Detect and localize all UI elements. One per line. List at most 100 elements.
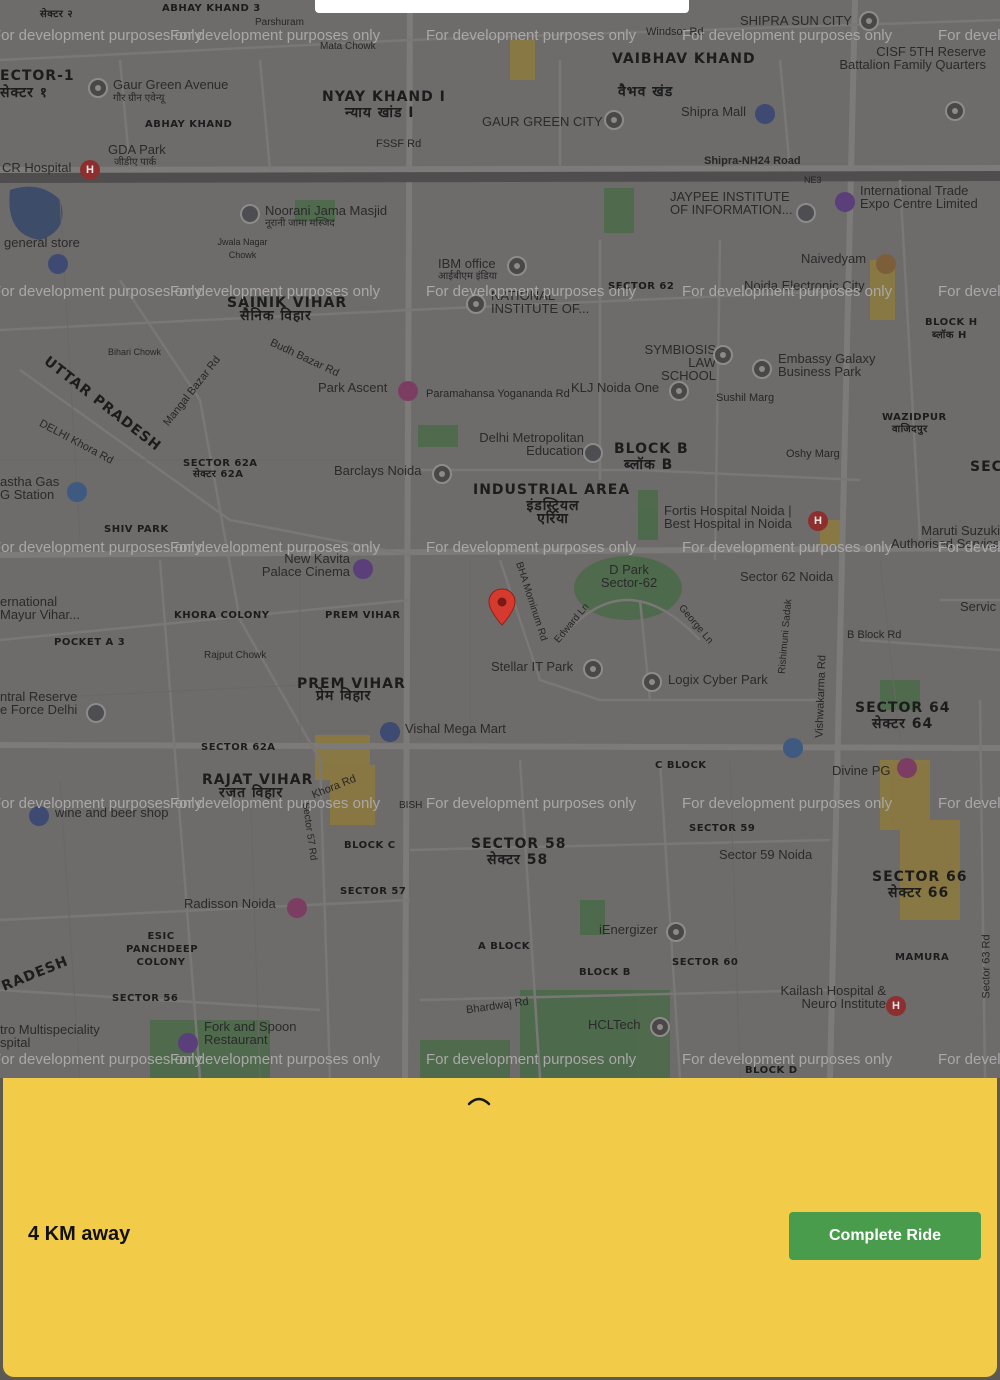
map-label: BLOCK B	[614, 441, 689, 457]
watermark: For development purposes only	[170, 1051, 381, 1068]
mosque-icon[interactable]	[240, 204, 260, 224]
place-marker-icon[interactable]	[642, 672, 662, 692]
map-label: BISH	[399, 800, 423, 811]
map-label: astha Gas G Station	[0, 474, 60, 502]
map-label: SHIV PARK	[104, 524, 169, 535]
hospital-icon[interactable]: H	[808, 511, 828, 531]
map-label: प्रेम विहार	[316, 688, 372, 704]
map-label: सेक्टर 58	[487, 852, 549, 868]
distance-label: 4 KM away	[28, 1223, 131, 1245]
map-label: Sushil Marg	[716, 392, 775, 404]
map-label: Oshy Marg	[786, 448, 840, 460]
place-marker-icon[interactable]	[604, 110, 624, 130]
place-marker-icon[interactable]	[583, 659, 603, 679]
restaurant-icon[interactable]	[178, 1033, 198, 1053]
place-marker-icon[interactable]	[666, 922, 686, 942]
place-marker-icon[interactable]	[669, 381, 689, 401]
place-marker-icon[interactable]	[432, 464, 452, 484]
map-label: Embassy Galaxy Business Park	[778, 351, 876, 379]
map-label: Naivedyam	[801, 251, 867, 266]
map-label: SECTOR 60	[672, 957, 739, 968]
watermark: For development purposes only	[938, 795, 1000, 812]
map-label: Barclays Noida	[334, 463, 422, 478]
hotel-icon[interactable]	[398, 381, 418, 401]
school-icon[interactable]	[583, 443, 603, 463]
map-label: वैभव खंड	[618, 84, 674, 100]
place-marker-icon[interactable]	[507, 256, 527, 276]
hospital-icon[interactable]: H	[886, 996, 906, 1016]
shield-icon[interactable]	[86, 703, 106, 723]
map-label: Gaur Green Avenue	[113, 77, 229, 92]
map-label: Delhi Metropolitan Education	[479, 430, 584, 458]
map-label: SECTOR 66	[872, 869, 968, 885]
map-label: SECTOR 64	[855, 700, 951, 716]
watermark: For development purposes only	[938, 1051, 1000, 1068]
complete-ride-button[interactable]: Complete Ride	[789, 1212, 981, 1260]
map-label: D Park Sector-62	[600, 562, 658, 590]
map-label: ब्लॉक H	[932, 330, 967, 341]
place-marker-icon[interactable]	[945, 101, 965, 121]
map-label: GAUR GREEN CITY	[482, 114, 603, 129]
map-label: Logix Cyber Park	[668, 672, 768, 687]
place-marker-icon[interactable]	[752, 359, 772, 379]
map-label: tro Multispeciality spital	[0, 1022, 100, 1050]
map-label: Noorani Jama Masjid	[265, 203, 388, 218]
watermark: For development purposes only	[170, 27, 381, 44]
hotel-icon[interactable]	[897, 758, 917, 778]
shopping-cart-icon[interactable]	[380, 722, 400, 742]
map-label: ECTOR-1	[0, 68, 75, 84]
watermark: For development purposes only	[426, 27, 637, 44]
gas-station-icon[interactable]	[783, 738, 803, 758]
chevron-up-icon[interactable]	[466, 1092, 492, 1110]
watermark: For development purposes only	[938, 283, 1000, 300]
map-label: JAYPEE INSTITUTE OF INFORMATION...	[670, 189, 793, 217]
map-label: Sector 62 Noida	[740, 569, 834, 584]
map-label: Fork and Spoon Restaurant	[204, 1019, 297, 1047]
map-label: सेक्टर 62A	[193, 469, 244, 480]
map-label: ब्लॉक B	[624, 457, 674, 473]
map-label: PREM VIHAR	[325, 610, 401, 621]
map-label: MAMURA	[895, 952, 950, 963]
map-label: जीडीए पार्क	[114, 157, 157, 168]
shopping-icon[interactable]	[48, 254, 68, 274]
map-label: ABHAY KHAND 3	[162, 3, 261, 14]
watermark: For development purposes only	[682, 27, 893, 44]
map-search-bar[interactable]	[315, 0, 689, 13]
map-label: Shipra-NH24 Road	[704, 155, 801, 167]
hospital-icon[interactable]: H	[80, 160, 100, 180]
place-marker-icon[interactable]	[650, 1017, 670, 1037]
map-label: सेक्टर 66	[888, 885, 950, 901]
map-label: iEnergizer	[599, 922, 658, 937]
hotel-icon[interactable]	[287, 898, 307, 918]
gas-station-icon[interactable]	[67, 482, 87, 502]
map-label: C BLOCK	[655, 760, 707, 771]
map-label: INDUSTRIAL AREA	[473, 482, 631, 498]
map-label: CR Hospital	[2, 160, 72, 175]
map-label: Rajput Chowk	[204, 650, 267, 661]
map-label: Vishal Mega Mart	[405, 721, 506, 736]
place-marker-icon[interactable]	[713, 345, 733, 365]
watermark: For development purposes only	[170, 539, 381, 556]
map-label: Servic	[960, 599, 997, 614]
map-view[interactable]: सेक्टर २ ABHAY KHAND 3 Parshuram Mata Ch…	[0, 0, 1000, 1078]
watermark: For development purposes only	[170, 283, 381, 300]
map-label: BLOCK C	[344, 840, 396, 851]
restaurant-icon[interactable]	[876, 254, 896, 274]
map-label: GDA Park	[108, 142, 166, 157]
map-label: ernational Mayur Vihar...	[0, 594, 80, 622]
map-label: BLOCK H	[925, 317, 978, 328]
map-label: IBM office	[438, 256, 496, 271]
place-marker-icon[interactable]	[88, 78, 108, 98]
map-label: SYMBIOSIS LAW SCHOOL	[644, 342, 716, 383]
map-label: SECTOR 59	[689, 823, 756, 834]
school-icon[interactable]	[796, 203, 816, 223]
map-label: सेक्टर १	[0, 85, 49, 101]
venue-icon[interactable]	[835, 192, 855, 212]
shopping-icon[interactable]	[755, 104, 775, 124]
cinema-icon[interactable]	[353, 559, 373, 579]
location-pin-icon[interactable]	[488, 588, 516, 626]
map-label: सैनिक विहार	[240, 308, 312, 324]
map-label: POCKET A 3	[54, 637, 126, 648]
map-label: Divine PG	[832, 763, 891, 778]
map-label: आईबीएम इंडिया	[438, 271, 497, 282]
